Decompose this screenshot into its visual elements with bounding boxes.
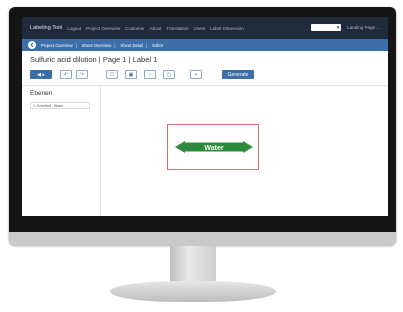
breadcrumb-sheet-detail[interactable]: Sheet Detail bbox=[120, 43, 143, 48]
breadcrumb: Project Overview | Sheet Overview | Shee… bbox=[22, 39, 388, 51]
chevron-down-icon: ▾ bbox=[336, 24, 340, 31]
nav-customer[interactable]: Customer bbox=[125, 26, 145, 31]
breadcrumb-separator: | bbox=[75, 42, 77, 48]
breadcrumb-sheet-overview[interactable]: Sheet Overview bbox=[82, 43, 112, 48]
app-screen: Labeling Tool Logout Project Overview Cu… bbox=[22, 17, 388, 216]
editor-toolbar: ◀ ▸ ↶ ↷ ☐ ▣ ○ ▢ + Generate bbox=[30, 68, 388, 82]
circle-tool-button[interactable]: ○ bbox=[144, 70, 156, 79]
nav-label-dimension[interactable]: Label Dimension bbox=[210, 26, 244, 31]
label-text: Water bbox=[204, 145, 223, 152]
monitor-chin bbox=[9, 232, 396, 246]
pipe-marker-label[interactable]: Water bbox=[175, 141, 253, 153]
add-element-button[interactable]: + bbox=[190, 70, 202, 79]
nav-about[interactable]: About bbox=[150, 26, 162, 31]
layers-heading: Ebenen bbox=[30, 90, 53, 97]
selected-label-frame[interactable]: Water bbox=[167, 124, 259, 170]
navigate-button[interactable]: ◀ ▸ bbox=[30, 70, 52, 79]
generate-button[interactable]: Generate bbox=[222, 70, 254, 79]
nav-translation[interactable]: Translation bbox=[166, 26, 188, 31]
frame-tool-button[interactable]: ▢ bbox=[163, 70, 175, 79]
nav-users[interactable]: Users bbox=[193, 26, 205, 31]
top-navbar: Labeling Tool Logout Project Overview Cu… bbox=[22, 17, 388, 39]
nav-logout[interactable]: Logout bbox=[67, 26, 81, 31]
layer-item[interactable]: 1. Schriftart - Water bbox=[30, 102, 90, 109]
rectangle-tool-button[interactable]: ☐ bbox=[106, 70, 118, 79]
left-arrow-icon bbox=[175, 141, 185, 153]
monitor-stand-base bbox=[110, 281, 276, 302]
navbar-right: ▾ Landing Page ... bbox=[311, 24, 380, 31]
breadcrumb-editor[interactable]: Editor bbox=[152, 43, 163, 48]
page-title: Sulfuric acid dilution | Page 1 | Label … bbox=[30, 55, 158, 64]
breadcrumb-separator: | bbox=[146, 42, 148, 48]
breadcrumb-project-overview[interactable]: Project Overview bbox=[41, 43, 73, 48]
back-icon[interactable] bbox=[28, 41, 36, 49]
shape-tool-button[interactable]: ▣ bbox=[125, 70, 137, 79]
app-brand[interactable]: Labeling Tool bbox=[30, 25, 62, 31]
language-select[interactable]: ▾ bbox=[311, 24, 342, 31]
user-link[interactable]: Landing Page ... bbox=[347, 25, 380, 30]
redo-button[interactable]: ↷ bbox=[76, 70, 88, 79]
right-arrow-icon bbox=[243, 141, 253, 153]
breadcrumb-separator: | bbox=[114, 42, 116, 48]
monitor-stand-neck bbox=[170, 246, 216, 284]
nav-project-overview[interactable]: Project Overview bbox=[86, 26, 120, 31]
layers-panel: Ebenen 1. Schriftart - Water bbox=[22, 86, 101, 216]
undo-button[interactable]: ↶ bbox=[60, 70, 72, 79]
